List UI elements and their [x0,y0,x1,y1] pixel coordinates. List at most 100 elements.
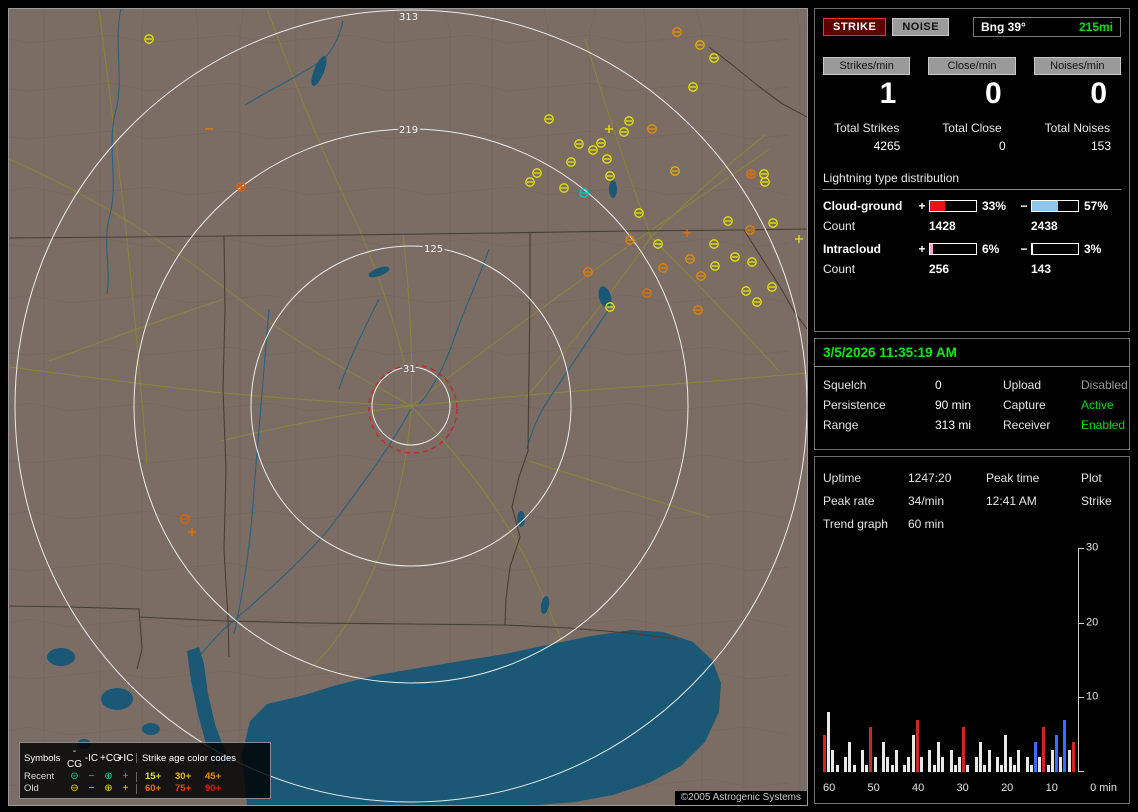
persistence-label: Persistence [823,395,935,415]
ic-positive-pct: 6% [977,242,1017,256]
total-noises-value: 153 [1034,139,1121,153]
plus-sign: + [915,199,929,213]
minus-sign: − [1017,199,1031,213]
copyright-text: ©2005 Astrogenic Systems [675,791,807,805]
legend-col-cg-pos: +CG [100,752,117,765]
y-axis-label-30: 30 [1086,541,1098,553]
x-axis-label: 40 [912,782,924,794]
bearing-readout: Bng 39° 215mi [973,17,1121,37]
close-per-min-button[interactable]: Close/min [928,57,1015,75]
status-row: Range 313 mi Receiver Enabled [823,415,1121,435]
y-tick [1078,771,1084,772]
trend-bar [916,720,919,772]
strike-marker-cgpos [237,183,245,191]
trend-bar [827,712,830,772]
trend-bar [836,765,839,772]
noises-per-min-button[interactable]: Noises/min [1034,57,1121,75]
trend-bar [1042,727,1045,772]
total-close-value: 0 [928,139,1015,153]
legend-col-ic-pos: +IC [117,752,134,765]
ic-negative-bar [1031,243,1079,255]
trend-bar [920,757,923,772]
y-axis-label-20: 20 [1086,616,1098,628]
receiver-value: Enabled [1081,415,1125,435]
trend-bar [966,765,969,772]
ic-positive-count: 256 [929,262,977,276]
x-axis-label: 0 min [1090,782,1117,794]
trend-bar [1026,757,1029,772]
trend-bar [907,757,910,772]
sidebar: STRIKE NOISE Bng 39° 215mi Strikes/min C… [814,8,1130,804]
trend-bar [1059,757,1062,772]
trend-bar [1013,765,1016,772]
ring-label-219: 219 [399,125,418,136]
peak-time-value: 12:41 AM [986,490,1081,513]
trend-bar [1034,742,1037,772]
map-svg: 313 219 125 31 [9,9,807,805]
close-per-min-value: 0 [928,77,1015,111]
trend-bar [861,750,864,772]
x-axis-label: 60 [823,782,835,794]
strike-marker-cgpos [747,170,755,178]
trend-bar [831,750,834,772]
cg-negative-count: 2438 [1031,219,1079,233]
total-strikes-label: Total Strikes [823,121,910,135]
y-axis-label-10: 10 [1086,691,1098,703]
ring-label-31: 31 [403,364,416,375]
trend-bar [865,765,868,772]
cg-negative-bar [1031,200,1079,212]
trend-bar [1000,765,1003,772]
trend-bar [958,757,961,772]
total-strikes-value: 4265 [823,139,910,153]
trend-bar [1009,757,1012,772]
trend-bar [1047,765,1050,772]
legend-col-cg-neg: -CG [66,745,83,771]
trend-bar [954,765,957,772]
capture-label: Capture [1003,395,1081,415]
cloud-ground-label: Cloud-ground [823,199,915,213]
trend-bar [844,757,847,772]
legend-row-old: Old⊖−⊕+60+75+90+ [24,783,266,795]
lightning-map[interactable]: 313 219 125 31 Symbols -CG -IC +CG +IC Stri… [8,8,808,806]
legend-age-title: Strike age color codes [142,752,234,765]
map-legend: Symbols -CG -IC +CG +IC Strike age color… [19,742,271,799]
noise-button[interactable]: NOISE [892,18,949,36]
trend-panel: Uptime 1247:20 Peak time Plot Peak rate … [814,456,1130,804]
trend-bar [975,757,978,772]
intracloud-count-row: Count 256 143 [823,262,1121,276]
trend-bar [1063,720,1066,772]
trend-bar [874,757,877,772]
intracloud-row: Intracloud + 6% − 3% [823,242,1121,256]
ic-negative-pct: 3% [1079,242,1119,256]
trend-bar [996,757,999,772]
ring-label-125: 125 [424,244,443,255]
intracloud-label: Intracloud [823,242,915,256]
bearing-value: Bng 39° [981,20,1026,34]
x-axis-label: 20 [1001,782,1013,794]
total-noises-label: Total Noises [1034,121,1121,135]
strikes-per-min-value: 1 [823,77,910,111]
x-axis-label: 10 [1046,782,1058,794]
strike-button[interactable]: STRIKE [823,18,886,36]
ring-label-313: 313 [399,12,418,23]
stats-row: Uptime 1247:20 Peak time Plot [823,467,1121,490]
cloud-ground-row: Cloud-ground + 33% − 57% [823,199,1121,213]
peak-time-label: Peak time [986,467,1081,490]
trend-bar [891,765,894,772]
trend-bar [962,727,965,772]
peak-rate-label: Peak rate [823,490,908,513]
trend-bar [895,750,898,772]
legend-header: Symbols -CG -IC +CG +IC Strike age color… [24,745,266,771]
uptime-value: 1247:20 [908,467,986,490]
trend-bar [853,765,856,772]
cloud-ground-count-row: Count 1428 2438 [823,219,1121,233]
squelch-label: Squelch [823,375,935,395]
capture-value: Active [1081,395,1121,415]
datetime-display: 3/5/2026 11:35:19 AM [815,339,1129,367]
cg-positive-count: 1428 [929,219,977,233]
ic-negative-count: 143 [1031,262,1079,276]
trend-bar [1030,765,1033,772]
noises-per-min-value: 0 [1034,77,1121,111]
strikes-per-min-button[interactable]: Strikes/min [823,57,910,75]
persistence-value: 90 min [935,395,1003,415]
